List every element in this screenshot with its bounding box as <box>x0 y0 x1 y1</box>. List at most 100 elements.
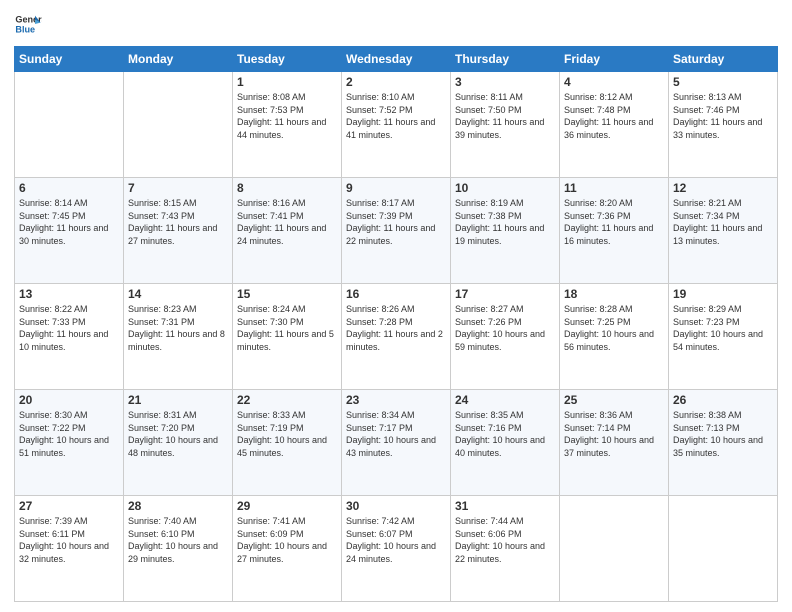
calendar-week-4: 20 Sunrise: 8:30 AM Sunset: 7:22 PM Dayli… <box>15 390 778 496</box>
calendar-week-1: 1Sunrise: 8:08 AM Sunset: 7:53 PM Daylig… <box>15 72 778 178</box>
day-number: 27 <box>19 499 119 513</box>
calendar-cell <box>124 72 233 178</box>
calendar-cell: 6 Sunrise: 8:14 AM Sunset: 7:45 PM Daylig… <box>15 178 124 284</box>
calendar-cell: 17Sunrise: 8:27 AM Sunset: 7:26 PM Dayli… <box>451 284 560 390</box>
day-info: Sunrise: 8:34 AM Sunset: 7:17 PM Dayligh… <box>346 409 446 459</box>
calendar-cell: 5 Sunrise: 8:13 AM Sunset: 7:46 PM Daylig… <box>669 72 778 178</box>
day-info: Sunrise: 8:20 AM Sunset: 7:36 PM Dayligh… <box>564 197 664 247</box>
day-info: Sunrise: 7:42 AM Sunset: 6:07 PM Dayligh… <box>346 515 446 565</box>
calendar-cell <box>15 72 124 178</box>
day-number: 7 <box>128 181 228 195</box>
day-number: 21 <box>128 393 228 407</box>
calendar-cell: 25 Sunrise: 8:36 AM Sunset: 7:14 PM Dayli… <box>560 390 669 496</box>
calendar-cell: 8 Sunrise: 8:16 AM Sunset: 7:41 PM Daylig… <box>233 178 342 284</box>
calendar-cell: 7 Sunrise: 8:15 AM Sunset: 7:43 PM Daylig… <box>124 178 233 284</box>
day-number: 6 <box>19 181 119 195</box>
calendar-cell: 15Sunrise: 8:24 AM Sunset: 7:30 PM Dayli… <box>233 284 342 390</box>
calendar-cell: 18 Sunrise: 8:28 AM Sunset: 7:25 PM Dayli… <box>560 284 669 390</box>
day-number: 5 <box>673 75 773 89</box>
day-number: 12 <box>673 181 773 195</box>
day-number: 18 <box>564 287 664 301</box>
calendar-cell: 11 Sunrise: 8:20 AM Sunset: 7:36 PM Dayli… <box>560 178 669 284</box>
weekday-header-row: SundayMondayTuesdayWednesdayThursdayFrid… <box>15 47 778 72</box>
calendar-week-5: 27 Sunrise: 7:39 AM Sunset: 6:11 PM Dayli… <box>15 496 778 602</box>
day-info: Sunrise: 8:14 AM Sunset: 7:45 PM Dayligh… <box>19 197 119 247</box>
calendar-cell: 1Sunrise: 8:08 AM Sunset: 7:53 PM Daylig… <box>233 72 342 178</box>
logo: General Blue <box>14 10 42 38</box>
calendar-cell: 10 Sunrise: 8:19 AM Sunset: 7:38 PM Dayli… <box>451 178 560 284</box>
day-number: 30 <box>346 499 446 513</box>
day-number: 20 <box>19 393 119 407</box>
day-info: Sunrise: 7:41 AM Sunset: 6:09 PM Dayligh… <box>237 515 337 565</box>
day-number: 14 <box>128 287 228 301</box>
day-number: 25 <box>564 393 664 407</box>
day-info: Sunrise: 8:29 AM Sunset: 7:23 PM Dayligh… <box>673 303 773 353</box>
day-info: Sunrise: 7:39 AM Sunset: 6:11 PM Dayligh… <box>19 515 119 565</box>
day-info: Sunrise: 8:36 AM Sunset: 7:14 PM Dayligh… <box>564 409 664 459</box>
day-number: 8 <box>237 181 337 195</box>
weekday-header-saturday: Saturday <box>669 47 778 72</box>
day-number: 22 <box>237 393 337 407</box>
page-header: General Blue <box>14 10 778 38</box>
day-info: Sunrise: 8:28 AM Sunset: 7:25 PM Dayligh… <box>564 303 664 353</box>
calendar-cell: 16 Sunrise: 8:26 AM Sunset: 7:28 PM Dayli… <box>342 284 451 390</box>
calendar-week-2: 6 Sunrise: 8:14 AM Sunset: 7:45 PM Daylig… <box>15 178 778 284</box>
calendar-cell: 26 Sunrise: 8:38 AM Sunset: 7:13 PM Dayli… <box>669 390 778 496</box>
day-number: 26 <box>673 393 773 407</box>
day-info: Sunrise: 8:38 AM Sunset: 7:13 PM Dayligh… <box>673 409 773 459</box>
day-info: Sunrise: 8:30 AM Sunset: 7:22 PM Dayligh… <box>19 409 119 459</box>
weekday-header-wednesday: Wednesday <box>342 47 451 72</box>
day-number: 3 <box>455 75 555 89</box>
weekday-header-monday: Monday <box>124 47 233 72</box>
day-info: Sunrise: 8:22 AM Sunset: 7:33 PM Dayligh… <box>19 303 119 353</box>
day-number: 15 <box>237 287 337 301</box>
calendar-cell: 14 Sunrise: 8:23 AM Sunset: 7:31 PM Dayli… <box>124 284 233 390</box>
calendar-cell: 20 Sunrise: 8:30 AM Sunset: 7:22 PM Dayli… <box>15 390 124 496</box>
day-number: 4 <box>564 75 664 89</box>
calendar-cell: 2Sunrise: 8:10 AM Sunset: 7:52 PM Daylig… <box>342 72 451 178</box>
calendar-cell: 21Sunrise: 8:31 AM Sunset: 7:20 PM Dayli… <box>124 390 233 496</box>
day-info: Sunrise: 7:40 AM Sunset: 6:10 PM Dayligh… <box>128 515 228 565</box>
day-info: Sunrise: 8:13 AM Sunset: 7:46 PM Dayligh… <box>673 91 773 141</box>
day-number: 11 <box>564 181 664 195</box>
day-info: Sunrise: 8:16 AM Sunset: 7:41 PM Dayligh… <box>237 197 337 247</box>
day-info: Sunrise: 8:15 AM Sunset: 7:43 PM Dayligh… <box>128 197 228 247</box>
weekday-header-tuesday: Tuesday <box>233 47 342 72</box>
calendar-cell: 27 Sunrise: 7:39 AM Sunset: 6:11 PM Dayli… <box>15 496 124 602</box>
day-number: 10 <box>455 181 555 195</box>
day-number: 1 <box>237 75 337 89</box>
day-info: Sunrise: 8:19 AM Sunset: 7:38 PM Dayligh… <box>455 197 555 247</box>
calendar-table: SundayMondayTuesdayWednesdayThursdayFrid… <box>14 46 778 602</box>
day-number: 31 <box>455 499 555 513</box>
calendar-cell: 19 Sunrise: 8:29 AM Sunset: 7:23 PM Dayli… <box>669 284 778 390</box>
calendar-cell <box>669 496 778 602</box>
calendar-cell: 29 Sunrise: 7:41 AM Sunset: 6:09 PM Dayli… <box>233 496 342 602</box>
weekday-header-thursday: Thursday <box>451 47 560 72</box>
day-number: 17 <box>455 287 555 301</box>
day-info: Sunrise: 8:11 AM Sunset: 7:50 PM Dayligh… <box>455 91 555 141</box>
day-number: 29 <box>237 499 337 513</box>
day-number: 16 <box>346 287 446 301</box>
weekday-header-friday: Friday <box>560 47 669 72</box>
day-info: Sunrise: 8:33 AM Sunset: 7:19 PM Dayligh… <box>237 409 337 459</box>
calendar-cell: 3 Sunrise: 8:11 AM Sunset: 7:50 PM Daylig… <box>451 72 560 178</box>
calendar-cell: 23Sunrise: 8:34 AM Sunset: 7:17 PM Dayli… <box>342 390 451 496</box>
weekday-header-sunday: Sunday <box>15 47 124 72</box>
calendar-week-3: 13 Sunrise: 8:22 AM Sunset: 7:33 PM Dayli… <box>15 284 778 390</box>
calendar-cell: 28 Sunrise: 7:40 AM Sunset: 6:10 PM Dayli… <box>124 496 233 602</box>
calendar-cell: 24Sunrise: 8:35 AM Sunset: 7:16 PM Dayli… <box>451 390 560 496</box>
calendar-cell: 12Sunrise: 8:21 AM Sunset: 7:34 PM Dayli… <box>669 178 778 284</box>
day-number: 9 <box>346 181 446 195</box>
calendar-cell: 22 Sunrise: 8:33 AM Sunset: 7:19 PM Dayli… <box>233 390 342 496</box>
calendar-cell: 30 Sunrise: 7:42 AM Sunset: 6:07 PM Dayli… <box>342 496 451 602</box>
day-number: 13 <box>19 287 119 301</box>
day-info: Sunrise: 7:44 AM Sunset: 6:06 PM Dayligh… <box>455 515 555 565</box>
calendar-cell: 13 Sunrise: 8:22 AM Sunset: 7:33 PM Dayli… <box>15 284 124 390</box>
day-number: 28 <box>128 499 228 513</box>
day-number: 2 <box>346 75 446 89</box>
calendar-cell: 9Sunrise: 8:17 AM Sunset: 7:39 PM Daylig… <box>342 178 451 284</box>
day-info: Sunrise: 8:23 AM Sunset: 7:31 PM Dayligh… <box>128 303 228 353</box>
calendar-cell: 31 Sunrise: 7:44 AM Sunset: 6:06 PM Dayli… <box>451 496 560 602</box>
day-number: 19 <box>673 287 773 301</box>
day-info: Sunrise: 8:26 AM Sunset: 7:28 PM Dayligh… <box>346 303 446 353</box>
